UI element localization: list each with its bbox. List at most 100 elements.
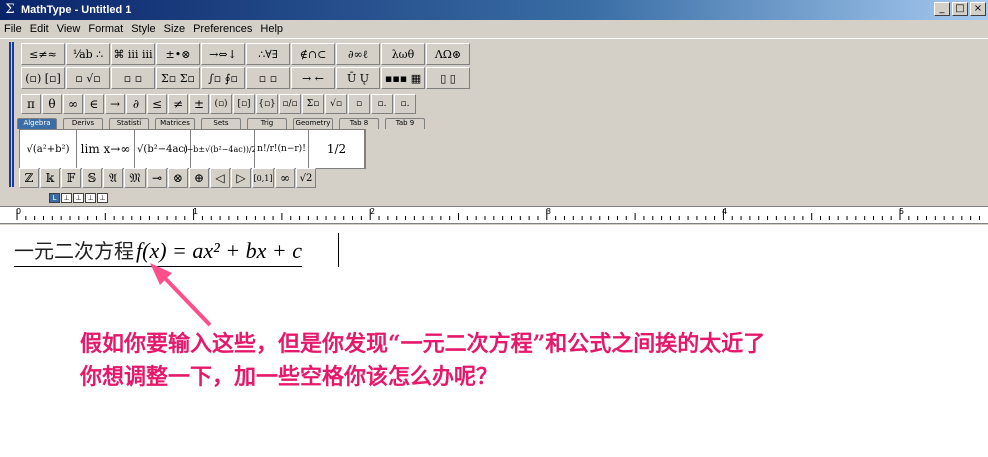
template-combination[interactable]: n!/r!(n−r)! <box>255 130 309 168</box>
annotation-text: 假如你要输入这些，但是你发现“一元二次方程”和公式之间挨的太近了 你想调整一下，… <box>80 328 765 394</box>
fences-palette-button[interactable]: (▫) [▫] <box>21 67 65 89</box>
multimap-button[interactable]: ⊸ <box>147 168 167 188</box>
annotation-line-2: 你想调整一下，加一些空格你该怎么办呢？ <box>80 364 499 390</box>
tab-matrices[interactable]: Matrices <box>155 118 195 129</box>
template-limit[interactable]: lim x→∞ <box>77 130 135 168</box>
brackets-template-button[interactable]: [▫] <box>233 94 255 114</box>
template-quadratic-formula[interactable]: (−b±√(b²−4ac))/2a <box>183 130 262 168</box>
minimize-button[interactable]: _ <box>934 2 950 16</box>
equation-editor-area[interactable]: 一元二次方程 f(x) = ax² + bx + c 假如你要输入这些，但是你发… <box>0 225 988 457</box>
menu-edit[interactable]: Edit <box>26 23 53 35</box>
ruler-label-4: 4 <box>722 207 728 216</box>
infinity-button[interactable]: ∞ <box>275 168 295 188</box>
mathtype-sigma-icon: Σ <box>5 2 15 17</box>
blackboard-k-button[interactable]: 𝕜 <box>40 168 60 188</box>
tab-trig[interactable]: Trig <box>247 118 287 129</box>
pi-symbol-button[interactable]: π <box>21 94 41 114</box>
decimal-tab-stop-button[interactable]: ⊥ <box>97 193 108 203</box>
boxes-palette-button[interactable]: ▯ ▯ <box>426 67 470 89</box>
oplus-button[interactable]: ⊕ <box>189 168 209 188</box>
mathtype-toolbar: ≤≠≈ ⅟ab ∴ ⌘ ⅲ ⅲ ±•⊗ →⇔↓ ∴∀∃ ∉∩⊂ ∂∞ℓ λωθ … <box>0 40 988 207</box>
greek-lower-palette-button[interactable]: λωθ <box>381 43 425 65</box>
ruler[interactable]: 0 1 2 3 4 5 <box>0 206 988 224</box>
toolbar-grip[interactable] <box>9 42 14 187</box>
sqrt-template-button[interactable]: √▫ <box>325 94 347 114</box>
menu-format[interactable]: Format <box>84 23 127 35</box>
tab-geometry[interactable]: Geometry <box>293 118 333 129</box>
braces-template-button[interactable]: {▫} <box>256 94 278 114</box>
logic-palette-button[interactable]: ∴∀∃ <box>246 43 290 65</box>
triangle-left-button[interactable]: ◁ <box>210 168 230 188</box>
ruler-label-2: 2 <box>370 207 376 216</box>
spaces-palette-button[interactable]: ⅟ab ∴ <box>66 43 110 65</box>
template-one-half[interactable]: 1/2 <box>309 130 365 168</box>
tab-statistics[interactable]: Statisti <box>109 118 149 129</box>
menu-size[interactable]: Size <box>160 23 189 35</box>
sqrt-two-button[interactable]: √2 <box>296 168 316 188</box>
tab-sets[interactable]: Sets <box>201 118 241 129</box>
relational-tab-stop-button[interactable]: ⊥ <box>85 193 96 203</box>
fractions-palette-button[interactable]: ▫ √▫ <box>66 67 110 89</box>
tab-9[interactable]: Tab 9 <box>385 118 425 129</box>
products-palette-button[interactable]: Ū Ų <box>336 67 380 89</box>
left-tab-stop-button[interactable]: L <box>49 193 60 203</box>
small-symbols-row: π θ ∞ ∈ → ∂ ≤ ≠ ± (▫) [▫] {▫} ▫/▫ Σ▫ √▫ … <box>21 94 417 114</box>
template-pythagorean[interactable]: √(a²+b²) <box>20 130 77 168</box>
plusminus-symbol-button[interactable]: ± <box>189 94 209 114</box>
subsup-template-button[interactable]: ▫. <box>394 94 416 114</box>
fraction-template-button[interactable]: ▫/▫ <box>279 94 301 114</box>
triangle-right-button[interactable]: ▷ <box>231 168 251 188</box>
infinity-symbol-button[interactable]: ∞ <box>63 94 83 114</box>
algebra-templates: √(a²+b²) lim x→∞ √(b²−4ac) (−b±√(b²−4ac)… <box>19 129 366 169</box>
blackboard-z-button[interactable]: ℤ <box>19 168 39 188</box>
embellishments-palette-button[interactable]: ⌘ ⅲ ⅲ <box>111 43 155 65</box>
misc-palette-button[interactable]: ∂∞ℓ <box>336 43 380 65</box>
arrows-palette-button[interactable]: →⇔↓ <box>201 43 245 65</box>
bars-palette-button[interactable]: ▫ ▫ <box>246 67 290 89</box>
window-title: MathType - Untitled 1 <box>21 4 132 16</box>
operators-palette-button[interactable]: ±•⊗ <box>156 43 200 65</box>
title-bar: Σ MathType - Untitled 1 _ □ × <box>0 0 988 20</box>
tab-8[interactable]: Tab 8 <box>339 118 379 129</box>
greek-upper-palette-button[interactable]: ΛΩ⊛ <box>426 43 470 65</box>
integrals-palette-button[interactable]: ∫▫ ∮▫ <box>201 67 245 89</box>
ruler-ticks <box>16 209 980 220</box>
superscript-template-button[interactable]: ▫ <box>348 94 370 114</box>
matrices-palette-button[interactable]: ▪▪▪ ▦ <box>381 67 425 89</box>
tab-algebra[interactable]: Algebra <box>17 118 57 129</box>
fraktur-m-button[interactable]: 𝔐 <box>124 168 146 188</box>
interval-button[interactable]: [0,1] <box>252 168 274 188</box>
sum-template-button[interactable]: Σ▫ <box>302 94 324 114</box>
fraktur-a-button[interactable]: 𝔄 <box>103 168 123 188</box>
element-of-symbol-button[interactable]: ∈ <box>84 94 104 114</box>
maximize-button[interactable]: □ <box>952 2 968 16</box>
ruler-label-1: 1 <box>193 207 199 216</box>
theta-symbol-button[interactable]: θ <box>42 94 62 114</box>
summation-palette-button[interactable]: Σ▫ Σ▫ <box>156 67 200 89</box>
tab-derivs[interactable]: Derivs <box>63 118 103 129</box>
parens-template-button[interactable]: (▫) <box>210 94 232 114</box>
blackboard-s-button[interactable]: 𝕊 <box>82 168 102 188</box>
relations-palette-button[interactable]: ≤≠≈ <box>21 43 65 65</box>
subscript-template-button[interactable]: ▫. <box>371 94 393 114</box>
right-tab-stop-button[interactable]: ⊥ <box>73 193 84 203</box>
blackboard-f-button[interactable]: 𝔽 <box>61 168 81 188</box>
neq-symbol-button[interactable]: ≠ <box>168 94 188 114</box>
partial-symbol-button[interactable]: ∂ <box>126 94 146 114</box>
menu-preferences[interactable]: Preferences <box>189 23 256 35</box>
menu-style[interactable]: Style <box>127 23 159 35</box>
otimes-button[interactable]: ⊗ <box>168 168 188 188</box>
menu-view[interactable]: View <box>53 23 85 35</box>
extra-symbols-row: ℤ 𝕜 𝔽 𝕊 𝔄 𝔐 ⊸ ⊗ ⊕ ◁ ▷ [0,1] ∞ √2 <box>19 168 317 188</box>
menu-help[interactable]: Help <box>256 23 287 35</box>
center-tab-stop-button[interactable]: ⊥ <box>61 193 72 203</box>
sets-palette-button[interactable]: ∉∩⊂ <box>291 43 335 65</box>
close-button[interactable]: × <box>970 2 986 16</box>
leq-symbol-button[interactable]: ≤ <box>147 94 167 114</box>
menu-file[interactable]: File <box>0 23 26 35</box>
right-arrow-symbol-button[interactable]: → <box>105 94 125 114</box>
tab-stop-buttons: L ⊥ ⊥ ⊥ ⊥ <box>49 193 108 203</box>
labeled-arrows-palette-button[interactable]: → ← <box>291 67 335 89</box>
ruler-label-3: 3 <box>546 207 552 216</box>
subscripts-palette-button[interactable]: ▫ ▫ <box>111 67 155 89</box>
